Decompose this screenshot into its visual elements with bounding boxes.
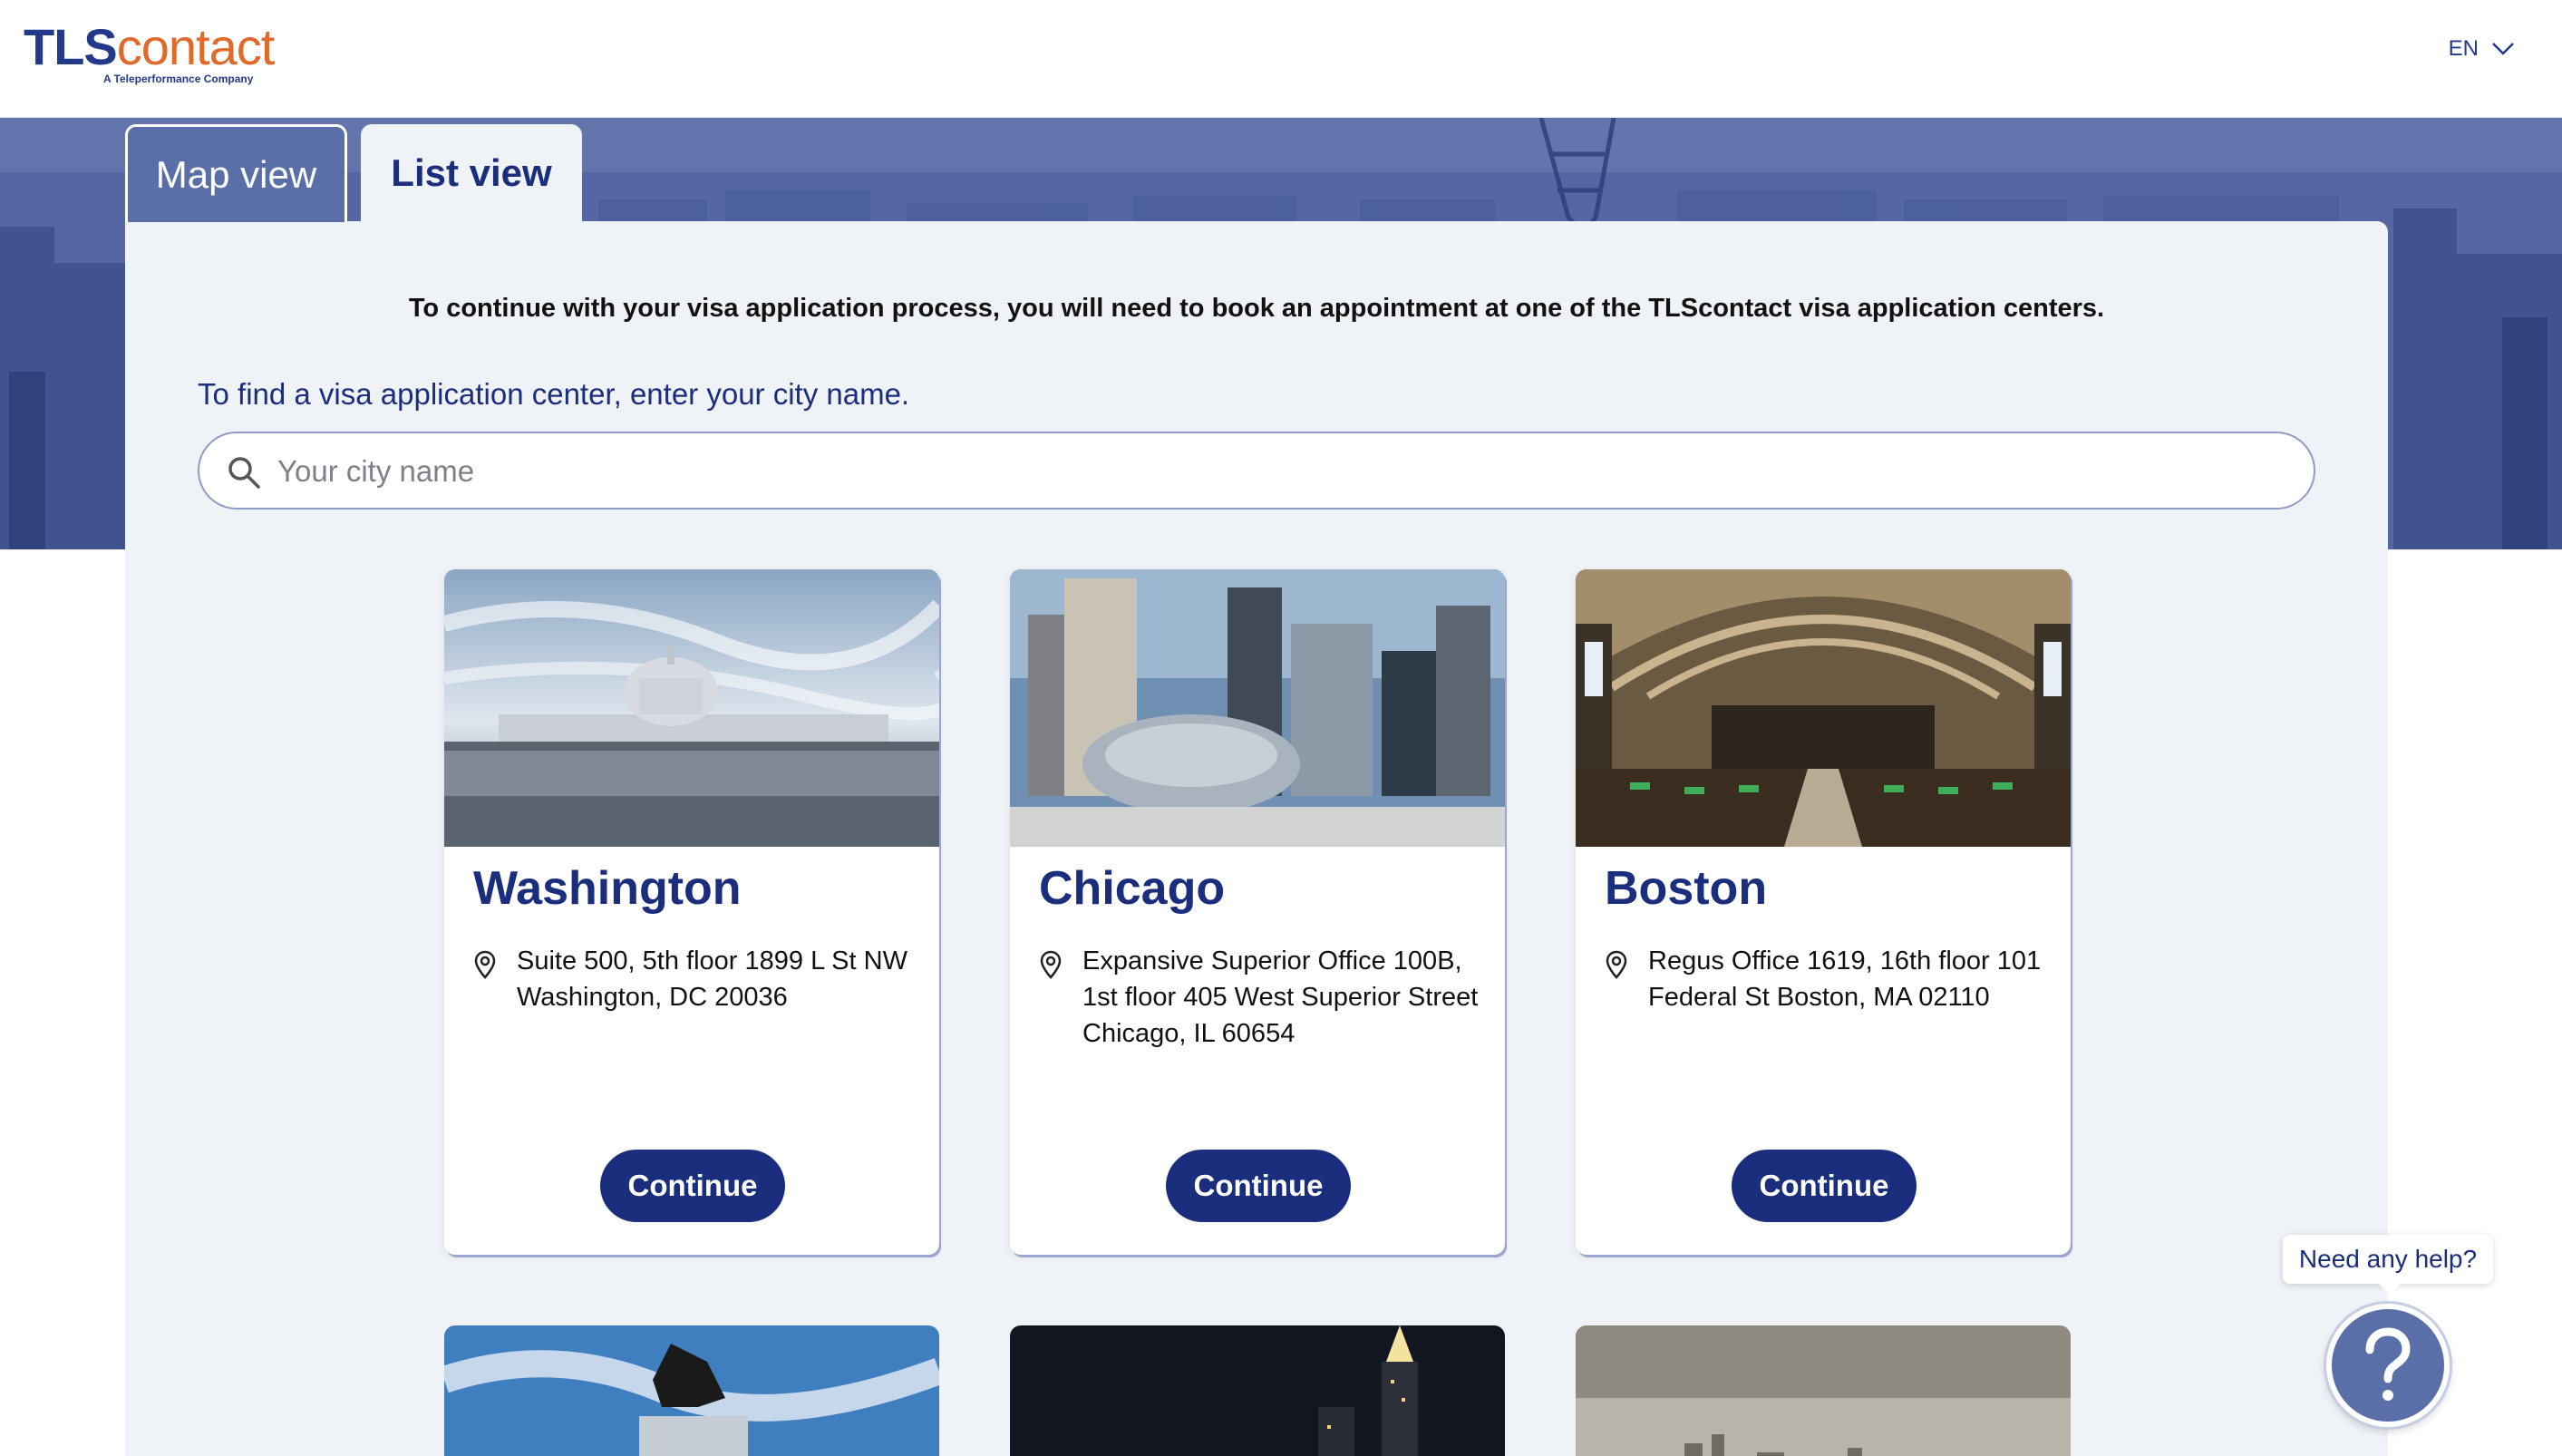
- help-button[interactable]: [2326, 1304, 2450, 1427]
- logo-secondary-text: contact: [116, 18, 276, 75]
- skyline-haze-image: [1576, 1325, 2071, 1456]
- center-card-partial: [1010, 1325, 1505, 1456]
- card-city-title: Boston: [1605, 862, 1768, 915]
- boston-library-image: [1576, 569, 2071, 847]
- city-search-box[interactable]: [198, 432, 2315, 510]
- continue-button-chicago[interactable]: Continue: [1166, 1150, 1351, 1222]
- intro-text: To continue with your visa application p…: [408, 294, 2105, 323]
- chevron-down-icon: [2492, 43, 2514, 55]
- help-tooltip: Need any help?: [2283, 1235, 2493, 1295]
- continue-button-boston[interactable]: Continue: [1732, 1150, 1917, 1222]
- card-city-title: Chicago: [1039, 862, 1226, 915]
- location-pin-icon: [1606, 950, 1627, 979]
- continue-button-washington[interactable]: Continue: [600, 1150, 785, 1222]
- location-pin-icon: [1040, 950, 1062, 979]
- language-label: EN: [2448, 36, 2479, 61]
- card-address: Regus Office 1619, 16th floor 101 Federa…: [1648, 946, 2042, 1012]
- center-card-boston: Boston Regus Office 1619, 16th floor 101…: [1576, 569, 2071, 1255]
- search-icon: [228, 457, 260, 489]
- card-address: Expansive Superior Office 100B, 1st floo…: [1082, 946, 1479, 1048]
- card-address: Suite 500, 5th floor 1899 L St NW Washin…: [517, 946, 907, 1012]
- center-card-chicago: Chicago Expansive Superior Office 100B, …: [1010, 569, 1505, 1255]
- washington-capitol-image: [444, 569, 939, 847]
- center-card-washington: Washington Suite 500, 5th floor 1899 L S…: [444, 569, 939, 1255]
- center-card-partial: [1576, 1325, 2071, 1456]
- night-city-image: [1010, 1325, 1505, 1456]
- site-header: TLScontact A Teleperformance Company EN: [0, 0, 2562, 118]
- statue-image: [444, 1325, 939, 1456]
- center-card-partial: [444, 1325, 939, 1456]
- logo-tagline: A Teleperformance Company: [103, 73, 254, 85]
- question-mark-icon: [2365, 1327, 2411, 1401]
- find-center-label: To find a visa application center, enter…: [198, 377, 910, 411]
- tab-map-view[interactable]: Map view: [125, 124, 347, 222]
- tab-list-view[interactable]: List view: [361, 124, 582, 222]
- logo-primary-text: TLS: [24, 18, 118, 75]
- card-city-title: Washington: [473, 862, 742, 915]
- city-search-input[interactable]: [277, 446, 2272, 497]
- chicago-bean-image: [1010, 569, 1505, 847]
- tlscontact-logo[interactable]: TLScontact A Teleperformance Company: [24, 18, 276, 86]
- language-selector[interactable]: EN: [2449, 36, 2515, 62]
- location-pin-icon: [474, 950, 496, 979]
